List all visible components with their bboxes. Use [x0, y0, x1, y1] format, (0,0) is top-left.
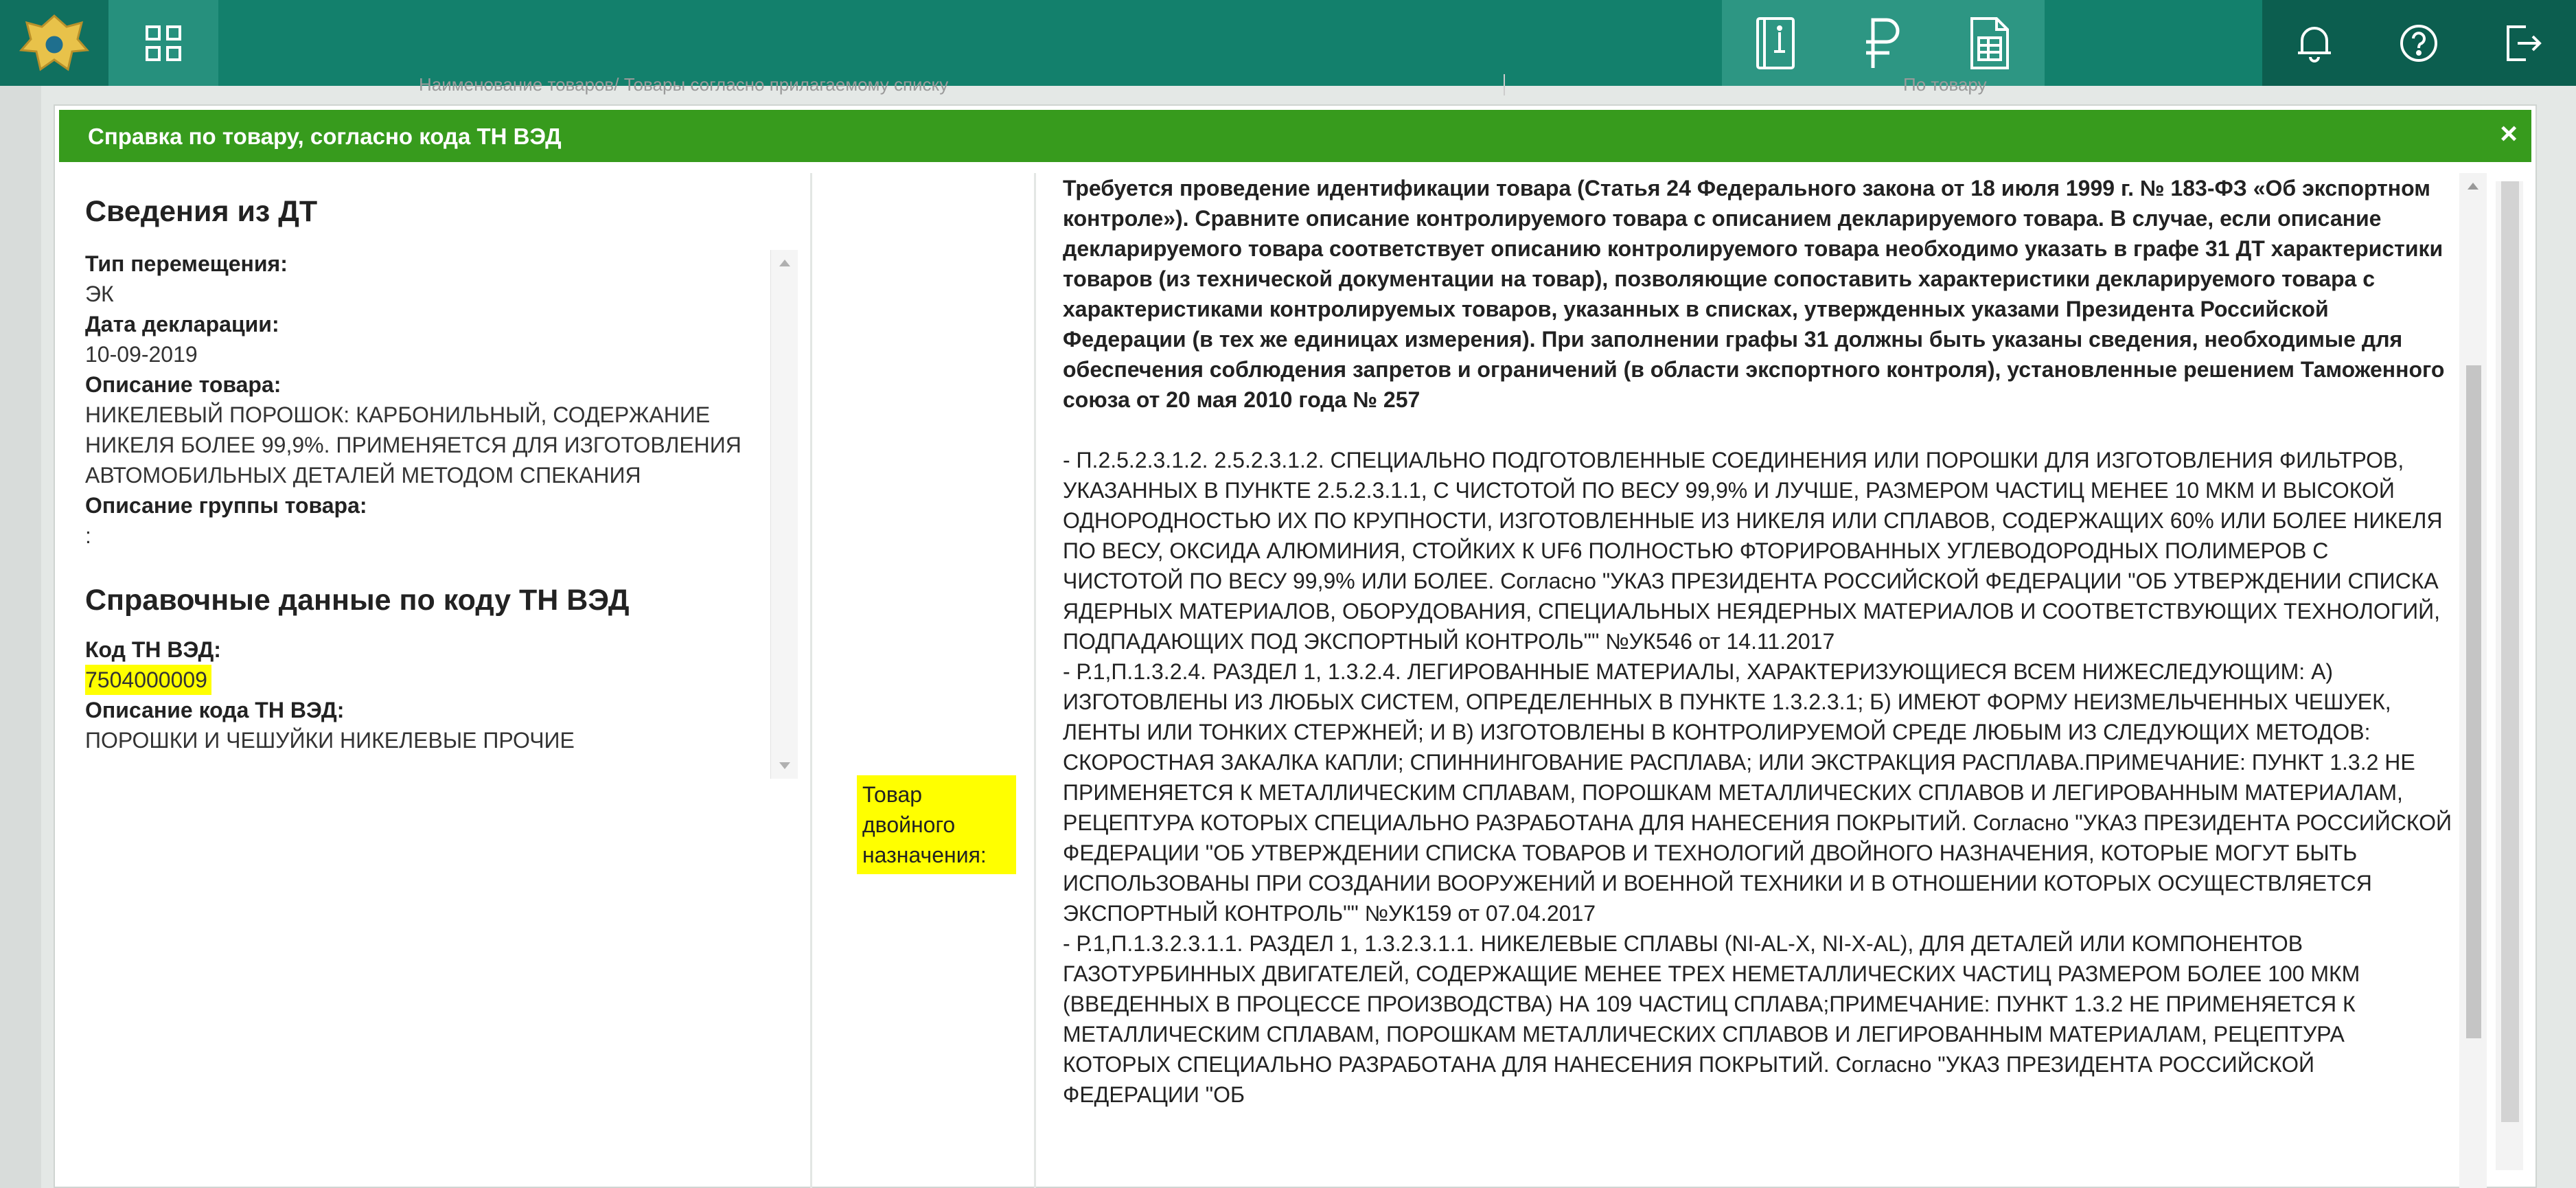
close-icon[interactable]: ×: [2500, 117, 2518, 151]
identification-notice: Требуется проведение идентификации товар…: [1063, 176, 2445, 412]
logout-icon[interactable]: [2471, 0, 2575, 86]
code-value: 7504000009: [85, 665, 211, 695]
grid-icon[interactable]: [108, 0, 218, 86]
control-list-item: - Р.1,П.1.3.2.4. РАЗДЕЛ 1, 1.3.2.4. ЛЕГИ…: [1063, 659, 2452, 926]
dialog-scrollbar[interactable]: [2496, 181, 2523, 1170]
background-cell: Наименование товаров/ Товары согласно пр…: [419, 74, 949, 95]
column-divider: [810, 173, 812, 1188]
move-type-value: ЭК: [85, 282, 114, 306]
group-desc-label: Описание группы товара:: [85, 493, 367, 518]
notification-icon[interactable]: [2262, 0, 2367, 86]
emblem-icon[interactable]: [0, 0, 108, 86]
group-desc-value: :: [85, 523, 91, 548]
scroll-down-icon[interactable]: [779, 762, 790, 769]
control-list-item: - П.2.5.2.3.1.2. 2.5.2.3.1.2. СПЕЦИАЛЬНО…: [1063, 448, 2443, 654]
dual-use-badge: Товар двойного назначения:: [857, 775, 1016, 874]
background-cell: По товару: [1504, 74, 2190, 95]
ref-section-title: Справочные данные по коду ТН ВЭД: [85, 584, 630, 617]
code-label: Код ТН ВЭД:: [85, 637, 221, 662]
goods-info-dialog: Справка по товару, согласно кода ТН ВЭД …: [54, 104, 2537, 1188]
control-list-item: - Р.1,П.1.3.2.3.1.1. РАЗДЕЛ 1, 1.3.2.3.1…: [1063, 931, 2360, 1107]
scrollbar-thumb[interactable]: [2501, 181, 2519, 1122]
move-type-label: Тип перемещения:: [85, 251, 288, 276]
decl-date-value: 10-09-2019: [85, 342, 198, 367]
help-icon[interactable]: [2367, 0, 2471, 86]
dialog-title: Справка по товару, согласно кода ТН ВЭД: [88, 124, 562, 149]
scroll-up-icon[interactable]: [779, 260, 790, 266]
dt-fields-panel: Тип перемещения: ЭК Дата декларации: 10-…: [85, 249, 796, 781]
background-table-row: Наименование товаров/ Товары согласно пр…: [419, 71, 2170, 99]
goods-desc-value: НИКЕЛЕВЫЙ ПОРОШОК: КАРБОНИЛЬНЫЙ, СОДЕРЖА…: [85, 402, 741, 488]
user-toolbar: [2262, 0, 2576, 86]
decl-date-label: Дата декларации:: [85, 312, 279, 336]
dialog-header: Справка по товару, согласно кода ТН ВЭД …: [59, 110, 2531, 162]
scroll-up-icon[interactable]: [2468, 183, 2479, 190]
left-scrollbar[interactable]: [770, 250, 798, 779]
code-desc-label: Описание кода ТН ВЭД:: [85, 698, 345, 722]
background-sidebar: [0, 86, 41, 1188]
text-scrollbar[interactable]: [2459, 173, 2487, 1188]
dt-section-title: Сведения из ДТ: [85, 195, 318, 228]
goods-desc-label: Описание товара:: [85, 372, 281, 397]
code-desc-value: ПОРОШКИ И ЧЕШУЙКИ НИКЕЛЕВЫЕ ПРОЧИЕ: [85, 728, 575, 753]
scrollbar-thumb[interactable]: [2466, 365, 2481, 1038]
control-info-text: Требуется проведение идентификации товар…: [1063, 173, 2452, 1188]
column-divider: [1034, 173, 1036, 1188]
